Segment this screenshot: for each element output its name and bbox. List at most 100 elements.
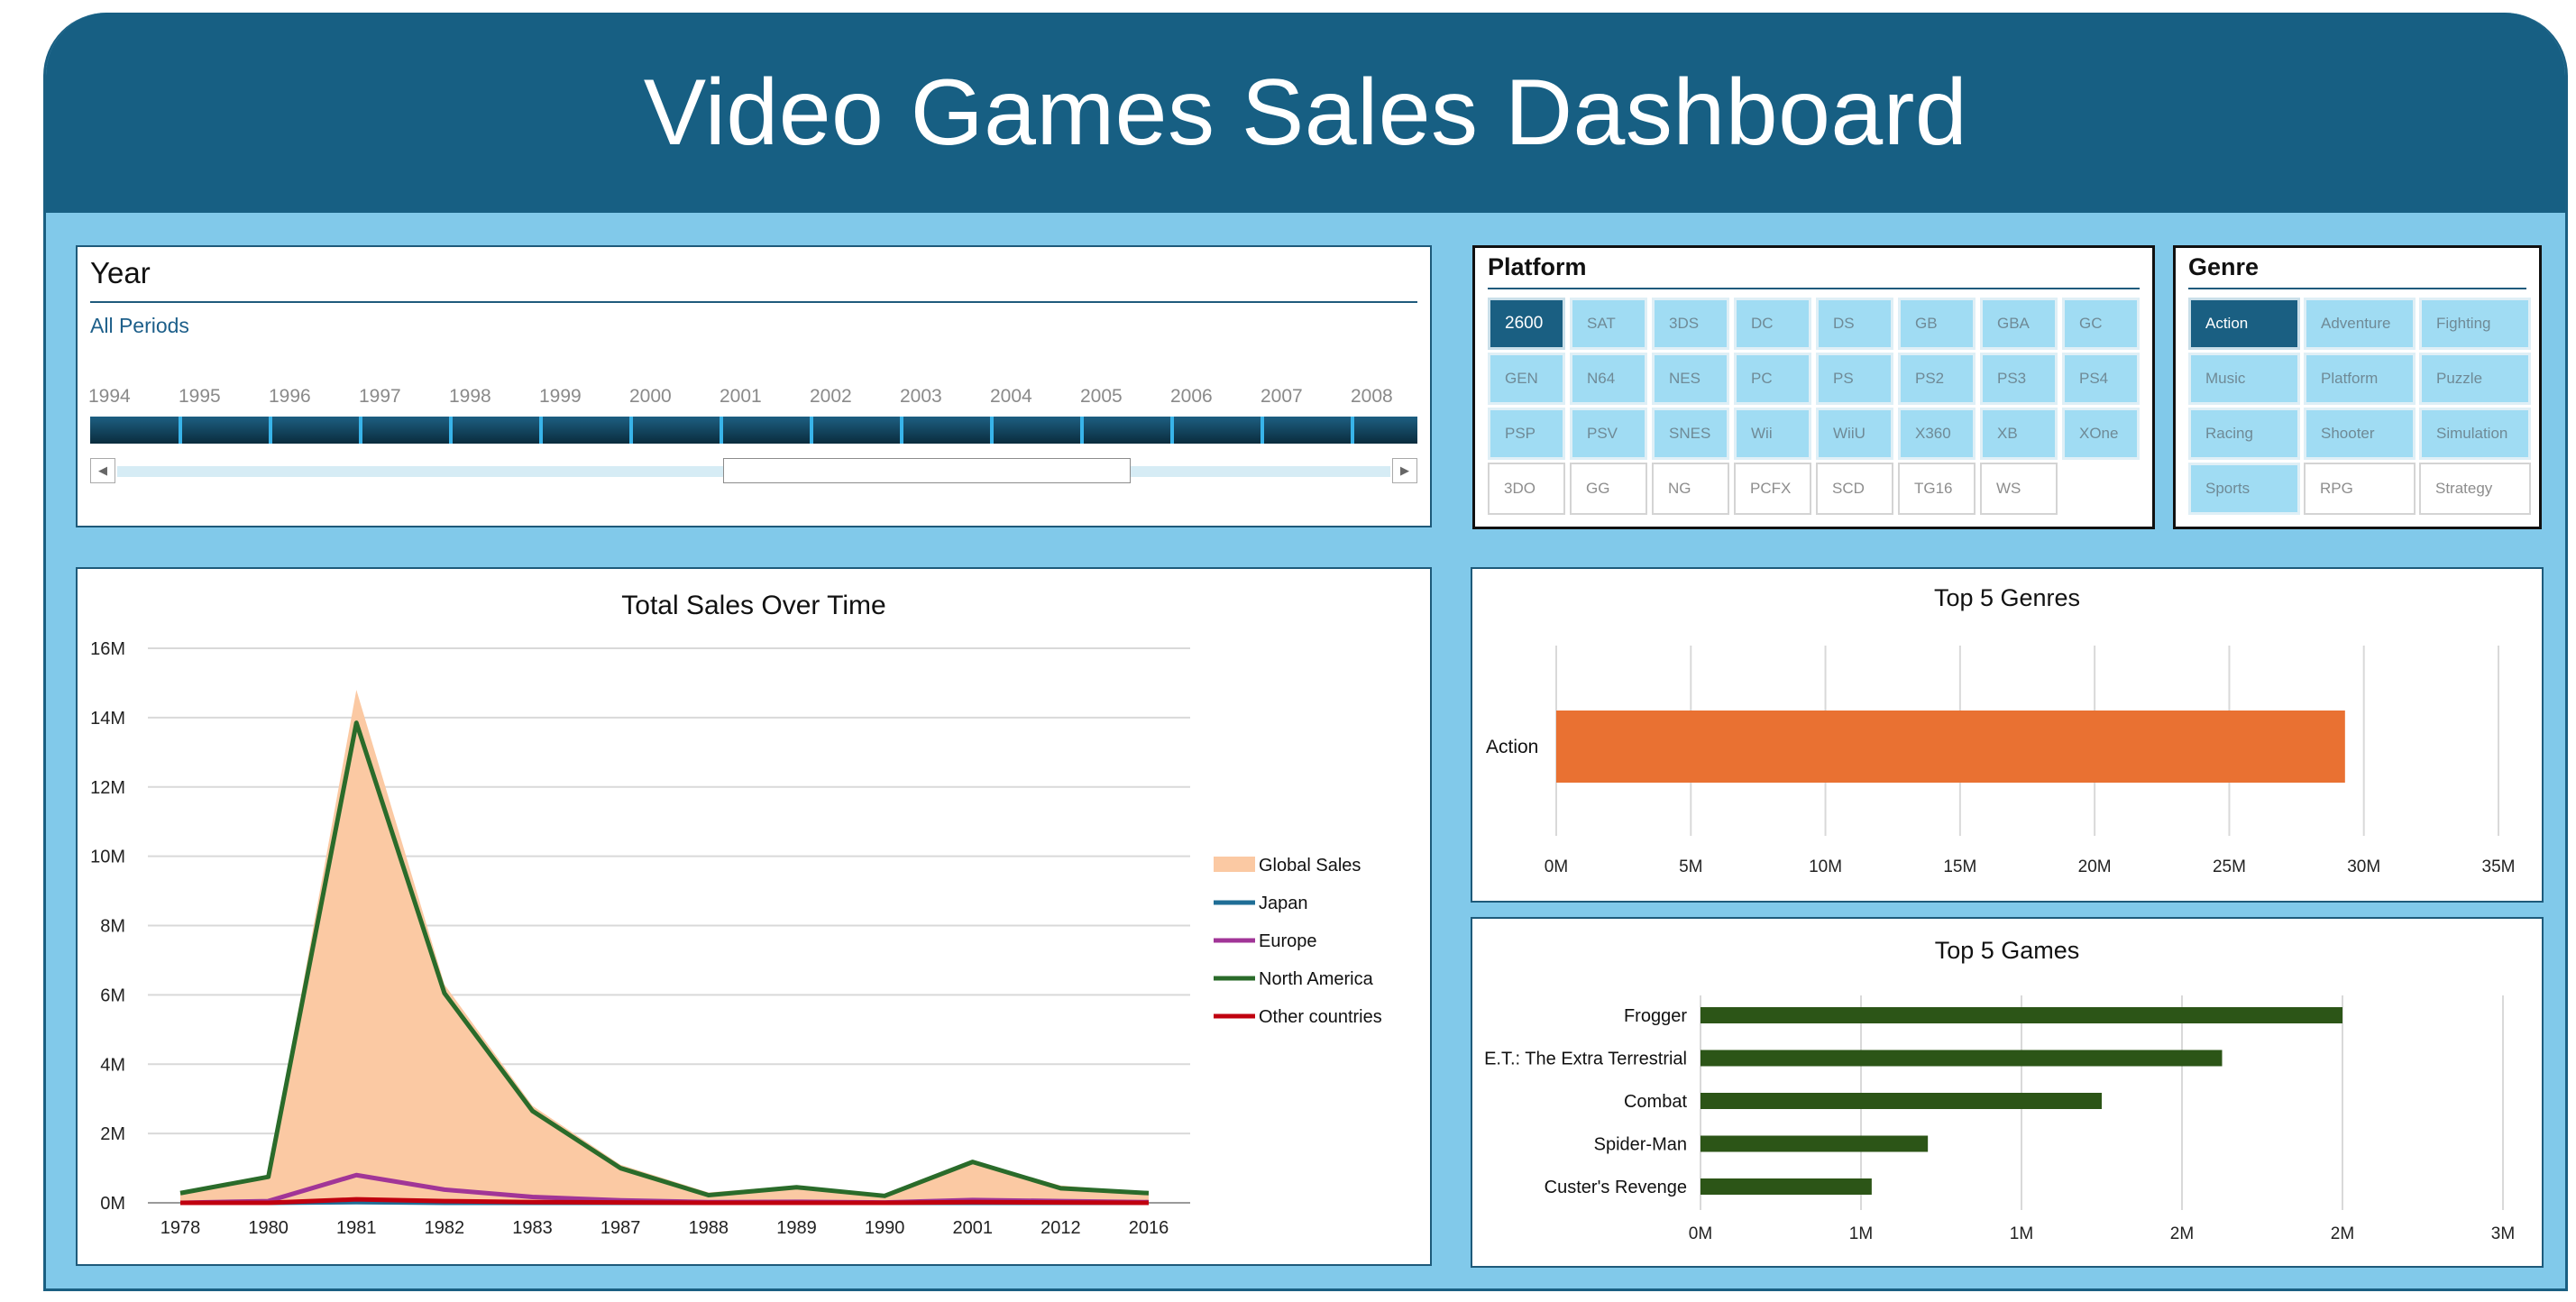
scroll-left-button[interactable]: ◀: [90, 458, 115, 483]
year-divider: [269, 417, 272, 444]
y-tick-label: 16M: [90, 639, 125, 659]
platform-ng-button[interactable]: NG: [1652, 463, 1729, 515]
x-tick-label: 1983: [512, 1218, 553, 1238]
genre-platform-button[interactable]: Platform: [2304, 353, 2416, 405]
x-tick-label: 15M: [1943, 857, 1976, 876]
year-divider: [629, 417, 633, 444]
year-divider: [900, 417, 903, 444]
genre-music-button[interactable]: Music: [2188, 353, 2300, 405]
platform-ps3-button[interactable]: PS3: [1980, 353, 2058, 405]
platform-nes-button[interactable]: NES: [1652, 353, 1729, 405]
y-tick-label: 2M: [100, 1124, 125, 1144]
x-tick-label: 20M: [2078, 857, 2112, 876]
game-bar-custer-s-revenge: [1701, 1178, 1872, 1195]
game-bar-e-t-the-extra-terrestrial: [1701, 1050, 2223, 1067]
y-tick-label: 6M: [100, 986, 125, 1005]
game-bar-frogger: [1701, 1007, 2342, 1023]
legend-label-other-countries: Other countries: [1259, 1007, 1382, 1027]
year-divider: [449, 417, 453, 444]
year-scrollbar[interactable]: ◀ ▶: [90, 458, 1417, 485]
platform-sat-button[interactable]: SAT: [1570, 298, 1647, 350]
year-divider: [720, 417, 723, 444]
platform-2600-button[interactable]: 2600: [1488, 298, 1565, 350]
game-bar-label: Frogger: [1624, 1006, 1687, 1026]
platform-ps2-button[interactable]: PS2: [1898, 353, 1976, 405]
genre-bar-action: [1556, 711, 2345, 783]
legend-label-north-america: North America: [1259, 969, 1374, 989]
top-games-chart-panel: Top 5 Games 0M 1M 1M 2M 2M 3M Frogger E.T.: The …: [1471, 917, 2544, 1268]
platform-gc-button[interactable]: GC: [2062, 298, 2140, 350]
dashboard-header: Video Games Sales Dashboard: [46, 13, 2565, 213]
year-slicer-status: All Periods: [90, 314, 189, 337]
platform-x360-button[interactable]: X360: [1898, 408, 1976, 460]
platform-ws-button[interactable]: WS: [1980, 463, 2058, 515]
platform-gb-button[interactable]: GB: [1898, 298, 1976, 350]
platform-psp-button[interactable]: PSP: [1488, 408, 1565, 460]
year-label-2005: 2005: [1080, 386, 1123, 407]
platform-gba-button[interactable]: GBA: [1980, 298, 2058, 350]
genre-fighting-button[interactable]: Fighting: [2419, 298, 2531, 350]
year-divider: [539, 417, 543, 444]
platform-n64-button[interactable]: N64: [1570, 353, 1647, 405]
platform-xb-button[interactable]: XB: [1980, 408, 2058, 460]
year-divider: [810, 417, 813, 444]
platform-xone-button[interactable]: XOne: [2062, 408, 2140, 460]
year-divider: [990, 417, 994, 444]
dashboard-title: Video Games Sales Dashboard: [643, 60, 1968, 165]
year-label-1994: 1994: [88, 386, 131, 407]
year-label-1997: 1997: [359, 386, 401, 407]
game-bar-label: Combat: [1624, 1092, 1687, 1112]
x-tick-label: 0M: [1689, 1224, 1712, 1243]
genre-action-button[interactable]: Action: [2188, 298, 2300, 350]
platform-pcfx-button[interactable]: PCFX: [1734, 463, 1811, 515]
platform-3do-button[interactable]: 3DO: [1488, 463, 1565, 515]
genre-strategy-button[interactable]: Strategy: [2419, 463, 2531, 515]
year-timeline-bar[interactable]: [90, 417, 1417, 444]
year-divider: [1080, 417, 1084, 444]
genre-sports-button[interactable]: Sports: [2188, 463, 2300, 515]
top-genres-chart-panel: Top 5 Genres 0M 5M 10M 15M 20M 25M 30M 35M Action: [1471, 567, 2544, 903]
x-tick-label: 1990: [865, 1218, 905, 1238]
platform-snes-button[interactable]: SNES: [1652, 408, 1729, 460]
platform-ds-button[interactable]: DS: [1816, 298, 1893, 350]
platform-3ds-button[interactable]: 3DS: [1652, 298, 1729, 350]
year-label-1999: 1999: [539, 386, 582, 407]
genre-racing-button[interactable]: Racing: [2188, 408, 2300, 460]
x-tick-label: 1987: [600, 1218, 641, 1238]
platform-gen-button[interactable]: GEN: [1488, 353, 1565, 405]
platform-dc-button[interactable]: DC: [1734, 298, 1811, 350]
platform-scd-button[interactable]: SCD: [1816, 463, 1893, 515]
top-games-chart-title: Top 5 Games: [1935, 937, 2080, 964]
legend-swatch-global-sales: [1214, 857, 1255, 872]
platform-wiiu-button[interactable]: WiiU: [1816, 408, 1893, 460]
y-tick-label: 8M: [100, 917, 125, 937]
platform-gg-button[interactable]: GG: [1570, 463, 1647, 515]
total-sales-chart: Total Sales Over Time 0M 2M 4M 6M 8M 10M 12M 14M…: [90, 591, 1382, 1238]
genre-adventure-button[interactable]: Adventure: [2304, 298, 2416, 350]
platform-wii-button[interactable]: Wii: [1734, 408, 1811, 460]
genre-puzzle-button[interactable]: Puzzle: [2419, 353, 2531, 405]
y-tick-label: 4M: [100, 1055, 125, 1075]
year-label-2000: 2000: [629, 386, 672, 407]
x-tick-label: 30M: [2347, 857, 2380, 876]
y-tick-label: 10M: [90, 848, 125, 867]
genre-rpg-button[interactable]: RPG: [2304, 463, 2416, 515]
total-sales-chart-panel: Total Sales Over Time 0M 2M 4M 6M 8M 10M 12M 14M…: [76, 567, 1432, 1266]
genre-shooter-button[interactable]: Shooter: [2304, 408, 2416, 460]
platform-pc-button[interactable]: PC: [1734, 353, 1811, 405]
year-label-2007: 2007: [1260, 386, 1303, 407]
genre-simulation-button[interactable]: Simulation: [2419, 408, 2531, 460]
year-slicer-title: Year: [90, 256, 151, 289]
platform-psv-button[interactable]: PSV: [1570, 408, 1647, 460]
year-label-2001: 2001: [720, 386, 762, 407]
year-label-1995: 1995: [179, 386, 221, 407]
platform-slicer-title: Platform: [1488, 253, 1587, 280]
x-tick-label: 2M: [2331, 1224, 2354, 1243]
platform-ps4-button[interactable]: PS4: [2062, 353, 2140, 405]
x-tick-label: 2M: [2170, 1224, 2194, 1243]
platform-ps-button[interactable]: PS: [1816, 353, 1893, 405]
scroll-right-button[interactable]: ▶: [1392, 458, 1417, 483]
platform-tg16-button[interactable]: TG16: [1898, 463, 1976, 515]
x-tick-label: 1M: [2010, 1224, 2033, 1243]
year-scroll-thumb[interactable]: [723, 458, 1131, 483]
